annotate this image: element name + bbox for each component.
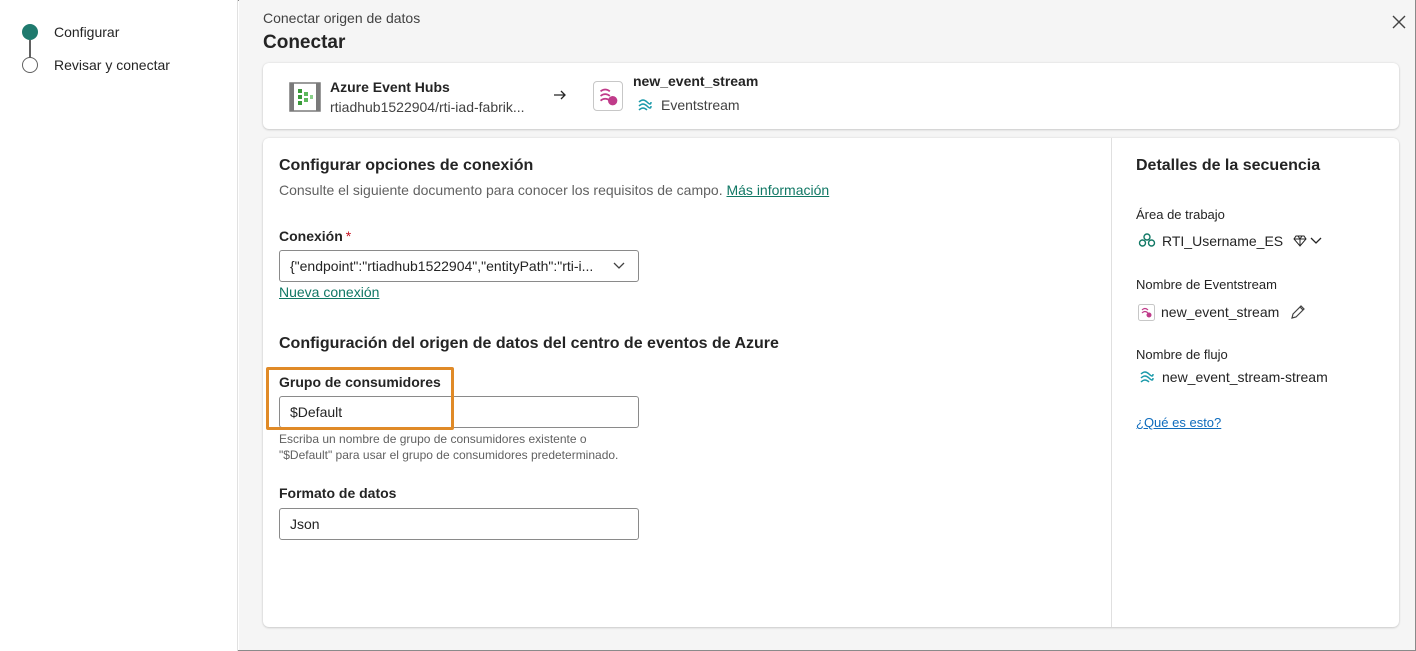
data-format-input[interactable]: Json (279, 508, 639, 540)
wizard-stepper: Configurar Revisar y conectar (0, 0, 238, 651)
chevron-down-icon (613, 262, 625, 269)
stream-name: new_event_stream-stream (1162, 369, 1328, 385)
step-active-indicator-icon (22, 24, 38, 40)
main-panel: Conectar origen de datos Conectar Azure … (239, 0, 1415, 650)
stream-details-heading: Detalles de la secuencia (1136, 157, 1321, 174)
connection-dropdown[interactable]: {"endpoint":"rtiadhub1522904","entityPat… (279, 250, 639, 282)
consumer-group-hint: Escriba un nombre de grupo de consumidor… (279, 431, 618, 463)
stream-icon (1140, 371, 1154, 383)
destination-type: Eventstream (661, 97, 740, 113)
event-hubs-icon (289, 82, 321, 112)
required-marker: * (345, 228, 352, 244)
connection-summary-card: Azure Event Hubs rtiadhub1522904/rti-iad… (263, 63, 1399, 129)
edit-pencil-icon[interactable] (1289, 303, 1307, 321)
configuration-card: Configurar opciones de conexión Consulte… (263, 138, 1399, 627)
step-review-label: Revisar y conectar (54, 57, 170, 73)
stream-icon (638, 99, 652, 111)
event-hub-config-heading: Configuración del origen de datos del ce… (279, 335, 779, 352)
breadcrumb: Conectar origen de datos (263, 10, 421, 26)
diamond-icon (1293, 235, 1307, 247)
consumer-group-value: $Default (290, 404, 343, 420)
workspace-icon (1138, 233, 1156, 247)
new-connection-link[interactable]: Nueva conexión (279, 284, 379, 300)
more-info-link[interactable]: Más información (726, 182, 829, 198)
connection-label: Conexión * (279, 228, 351, 244)
step-pending-indicator-icon (22, 57, 38, 73)
connection-label-text: Conexión (279, 228, 343, 244)
destination-name: new_event_stream (633, 73, 759, 89)
consumer-group-hint-line1: Escriba un nombre de grupo de consumidor… (279, 432, 587, 446)
data-format-label: Formato de datos (279, 485, 397, 501)
workspace-name: RTI_Username_ES (1162, 233, 1284, 249)
eventstream-icon (600, 88, 618, 106)
consumer-group-hint-line2: "$Default" para usar el grupo de consumi… (279, 448, 619, 462)
chevron-down-icon[interactable] (1309, 234, 1323, 248)
details-divider (1111, 138, 1112, 627)
consumer-group-label: Grupo de consumidores (279, 374, 441, 390)
arrow-right-icon (554, 90, 566, 100)
connection-options-description: Consulte el siguiente documento para con… (279, 182, 829, 198)
step-configure-label: Configurar (54, 24, 120, 40)
what-is-this-link[interactable]: ¿Qué es esto? (1136, 415, 1221, 430)
description-text: Consulte el siguiente documento para con… (279, 182, 723, 198)
eventstream-icon (1138, 303, 1155, 321)
source-detail: rtiadhub1522904/rti-iad-fabrik... (330, 99, 525, 115)
eventstream-name-value: new_event_stream (1138, 303, 1313, 321)
new-connection-container: Nueva conexión (279, 284, 379, 300)
close-icon[interactable] (1389, 12, 1409, 32)
workspace-label: Área de trabajo (1136, 207, 1225, 222)
workspace-value[interactable]: RTI_Username_ES (1138, 232, 1329, 250)
eventstream-tile (593, 81, 623, 111)
step-review-connect[interactable]: Revisar y conectar (22, 57, 170, 73)
page-title: Conectar (263, 32, 346, 53)
consumer-group-input[interactable]: $Default (279, 396, 639, 428)
connection-options-heading: Configurar opciones de conexión (279, 157, 534, 174)
connection-selected-value: {"endpoint":"rtiadhub1522904","entityPat… (290, 258, 594, 274)
eventstream-name: new_event_stream (1161, 304, 1280, 320)
stream-name-label: Nombre de flujo (1136, 347, 1228, 362)
source-name: Azure Event Hubs (330, 79, 450, 95)
stream-name-value: new_event_stream-stream (1138, 368, 1328, 386)
eventstream-name-label: Nombre de Eventstream (1136, 277, 1277, 292)
step-connector-line (29, 40, 31, 58)
step-configure[interactable]: Configurar (22, 24, 119, 40)
data-format-value: Json (290, 516, 320, 532)
